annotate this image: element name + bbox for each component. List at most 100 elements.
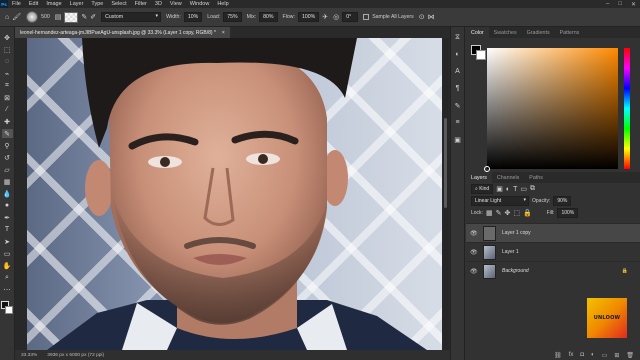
brush-settings-icon[interactable]: ▤ bbox=[55, 13, 62, 21]
zoom-level[interactable]: 33.33% bbox=[21, 353, 37, 358]
tab-color[interactable]: Color bbox=[466, 27, 489, 38]
path-select-tool-icon[interactable]: ➤ bbox=[2, 237, 13, 246]
libraries-panel-icon[interactable]: ▣ bbox=[452, 135, 463, 144]
filter-pixel-icon[interactable]: ▣ bbox=[496, 185, 503, 193]
background-color-swatch[interactable] bbox=[5, 306, 13, 314]
hand-tool-icon[interactable]: ✋ bbox=[2, 261, 13, 270]
group-icon[interactable]: ▭ bbox=[602, 352, 608, 359]
pressure-icon[interactable]: ⊙ bbox=[419, 13, 425, 21]
lock-position-icon[interactable]: ✥ bbox=[504, 209, 510, 217]
layer-name[interactable]: Layer 1 bbox=[502, 249, 640, 255]
eyedropper-tool-icon[interactable]: ⁄ bbox=[2, 105, 13, 114]
load-brush-icon[interactable]: ✎ bbox=[81, 13, 87, 21]
visibility-eye-icon[interactable]: 👁 bbox=[470, 230, 479, 237]
filter-smart-object-icon[interactable]: ⧉ bbox=[530, 185, 535, 193]
tab-paths[interactable]: Paths bbox=[524, 172, 548, 183]
healing-brush-tool-icon[interactable]: ✚ bbox=[2, 117, 13, 126]
home-icon[interactable]: ⌂ bbox=[5, 14, 9, 21]
menu-edit[interactable]: Edit bbox=[25, 1, 42, 7]
filter-type-icon[interactable]: T bbox=[513, 186, 517, 193]
delete-layer-icon[interactable]: 🗑 bbox=[626, 352, 634, 359]
blend-mode-dropdown[interactable]: Linear Light bbox=[471, 196, 529, 206]
marquee-tool-icon[interactable]: ⬚ bbox=[2, 45, 13, 54]
maximize-button[interactable]: □ bbox=[618, 1, 622, 7]
menu-view[interactable]: View bbox=[166, 1, 186, 7]
menu-layer[interactable]: Layer bbox=[66, 1, 88, 7]
color-swatches[interactable] bbox=[1, 301, 13, 315]
crop-tool-icon[interactable]: ⌗ bbox=[2, 81, 13, 90]
visibility-eye-icon[interactable]: 👁 bbox=[470, 249, 479, 256]
history-panel-icon[interactable]: ⧖ bbox=[452, 33, 463, 42]
blend-preset-dropdown[interactable]: Custom bbox=[101, 12, 162, 22]
scrollbar-thumb[interactable] bbox=[444, 118, 447, 208]
menu-type[interactable]: Type bbox=[87, 1, 107, 7]
zoom-tool-icon[interactable]: ⌕ bbox=[2, 273, 13, 282]
tab-channels[interactable]: Channels bbox=[492, 172, 524, 183]
opacity-field[interactable]: 90% bbox=[553, 196, 572, 206]
layer-row[interactable]: 👁 Background 🔒 bbox=[466, 261, 640, 280]
canvas-area[interactable] bbox=[15, 38, 450, 350]
clone-stamp-tool-icon[interactable]: ⚲ bbox=[2, 141, 13, 150]
quick-select-tool-icon[interactable]: ⌁ bbox=[2, 69, 13, 78]
history-brush-tool-icon[interactable]: ↺ bbox=[2, 153, 13, 162]
tab-swatches[interactable]: Swatches bbox=[489, 27, 522, 38]
load-field[interactable]: 75% bbox=[223, 12, 242, 22]
lock-pixels-icon[interactable]: ▦ bbox=[486, 209, 493, 217]
tab-gradients[interactable]: Gradients bbox=[522, 27, 555, 38]
angle-field[interactable]: 0° bbox=[342, 12, 359, 22]
width-field[interactable]: 10% bbox=[183, 12, 203, 22]
shape-tool-icon[interactable]: ▭ bbox=[2, 249, 13, 258]
properties-panel-icon[interactable]: ≡ bbox=[452, 118, 463, 127]
document-tab[interactable]: leonel-hernandez-arteaga-jmJIBPueAgU-uns… bbox=[15, 27, 230, 38]
pen-tool-icon[interactable]: ✒ bbox=[2, 213, 13, 222]
color-panel-swatches[interactable] bbox=[471, 45, 487, 61]
menu-3d[interactable]: 3D bbox=[151, 1, 166, 7]
hue-slider[interactable] bbox=[624, 48, 630, 169]
adjustment-layer-icon[interactable]: ◐ bbox=[591, 352, 595, 358]
type-tool-icon[interactable]: T bbox=[2, 225, 13, 234]
move-tool-icon[interactable]: ✥ bbox=[2, 33, 13, 42]
layer-row[interactable]: 👁 Layer 1 bbox=[466, 242, 640, 261]
layer-row[interactable]: 👁 Layer 1 copy bbox=[466, 223, 640, 242]
new-layer-icon[interactable]: ⊞ bbox=[614, 352, 619, 359]
layer-filter-dropdown[interactable]: ⌕ Kind bbox=[471, 184, 494, 194]
clean-brush-icon[interactable]: ✐ bbox=[90, 13, 96, 21]
vertical-scrollbar[interactable] bbox=[443, 38, 448, 350]
layer-name[interactable]: Background bbox=[502, 268, 622, 274]
character-panel-icon[interactable]: A bbox=[452, 67, 463, 76]
dodge-tool-icon[interactable]: ● bbox=[2, 201, 13, 210]
fill-field[interactable]: 100% bbox=[557, 208, 579, 218]
airbrush-icon[interactable]: ✈ bbox=[322, 13, 328, 21]
portrait-photo[interactable] bbox=[27, 38, 442, 350]
flow-field[interactable]: 100% bbox=[297, 12, 320, 22]
frame-tool-icon[interactable]: ⊠ bbox=[2, 93, 13, 102]
tab-layers[interactable]: Layers bbox=[466, 172, 492, 183]
blur-tool-icon[interactable]: 💧 bbox=[2, 189, 13, 198]
symmetry-icon[interactable]: ⋈ bbox=[428, 13, 435, 21]
close-button[interactable]: ✕ bbox=[631, 1, 636, 8]
menu-image[interactable]: Image bbox=[42, 1, 65, 7]
lasso-tool-icon[interactable]: ◌ bbox=[2, 57, 13, 66]
tab-patterns[interactable]: Patterns bbox=[555, 27, 585, 38]
mixer-brush-tool-icon[interactable]: ✎ bbox=[1, 129, 13, 138]
paragraph-panel-icon[interactable]: ¶ bbox=[452, 84, 463, 93]
lock-paint-icon[interactable]: ✎ bbox=[496, 209, 502, 217]
lock-artboard-icon[interactable]: ⬚ bbox=[513, 209, 520, 217]
layer-mask-icon[interactable]: ◘ bbox=[580, 352, 584, 358]
brush-panel-icon[interactable]: ✎ bbox=[452, 101, 463, 110]
adjustments-panel-icon[interactable]: ◐ bbox=[452, 50, 463, 59]
color-panel-background[interactable] bbox=[476, 50, 486, 60]
eraser-tool-icon[interactable]: ▱ bbox=[2, 165, 13, 174]
minimize-button[interactable]: – bbox=[606, 1, 609, 7]
sample-all-layers-checkbox[interactable] bbox=[363, 14, 370, 20]
menu-window[interactable]: Window bbox=[186, 1, 214, 7]
mixer-brush-tool-icon[interactable]: 🖌 bbox=[12, 13, 21, 21]
close-tab-icon[interactable]: × bbox=[222, 30, 225, 36]
link-layers-icon[interactable]: ⛓ bbox=[554, 352, 562, 359]
layer-style-icon[interactable]: fx bbox=[569, 352, 574, 358]
mix-field[interactable]: 80% bbox=[259, 12, 278, 22]
menu-file[interactable]: File bbox=[8, 1, 25, 7]
filter-adjustment-icon[interactable]: ◐ bbox=[506, 186, 510, 193]
visibility-eye-icon[interactable]: 👁 bbox=[470, 268, 479, 275]
current-load-swatch[interactable] bbox=[64, 11, 79, 23]
